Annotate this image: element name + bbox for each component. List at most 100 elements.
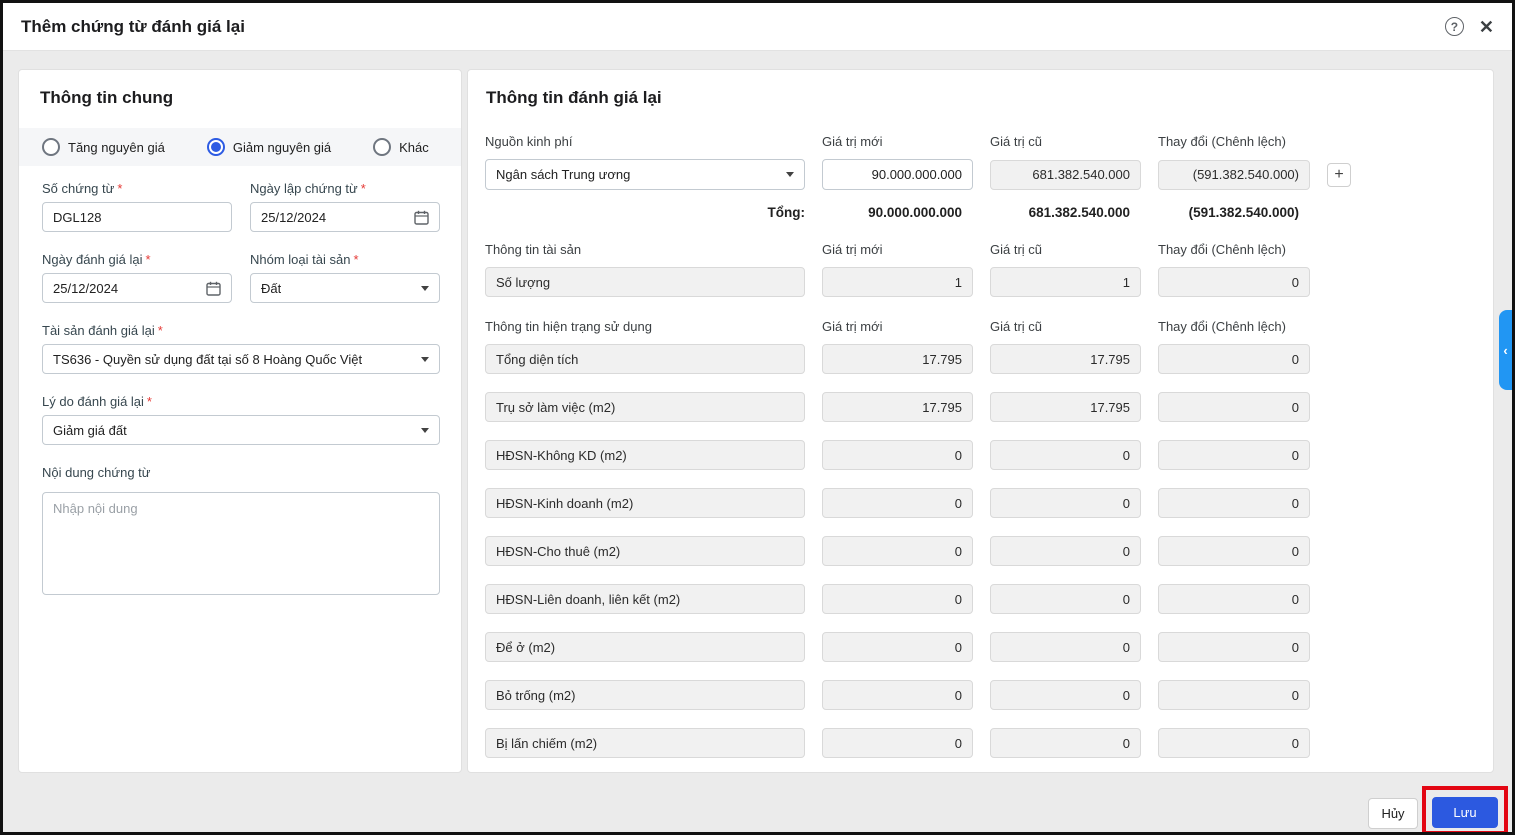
row-old-value: 0 xyxy=(990,728,1141,758)
row-old-value: 1 xyxy=(990,267,1141,297)
help-icon[interactable]: ? xyxy=(1444,17,1464,36)
general-info-title: Thông tin chung xyxy=(40,88,174,107)
row-new-value: 17.795 xyxy=(822,392,973,422)
table-row: Trụ sở làm việc (m2) 17.795 17.795 0 xyxy=(485,392,1476,422)
change-header: Thay đổi (Chênh lệch) xyxy=(1158,134,1286,149)
table-row: HĐSN-Cho thuê (m2) 0 0 0 xyxy=(485,536,1476,566)
asset-type-group-select[interactable]: Đất xyxy=(250,273,440,303)
funding-source-select[interactable]: Ngân sách Trung ương xyxy=(485,159,805,190)
selected-value: TS636 - Quyền sử dụng đất tại số 8 Hoàng… xyxy=(53,351,363,367)
cancel-button[interactable]: Hủy xyxy=(1368,798,1418,829)
revaluation-date-label: Ngày đánh giá lại * xyxy=(42,252,151,267)
row-old-value: 0 xyxy=(990,488,1141,518)
row-old-value: 0 xyxy=(990,632,1141,662)
total-label: Tổng: xyxy=(767,205,805,220)
collapse-panel-tab[interactable]: ‹ xyxy=(1499,310,1512,390)
selected-value: Giảm giá đất xyxy=(53,422,127,438)
funding-change-value: (591.382.540.000) xyxy=(1158,159,1310,190)
row-new-value: 0 xyxy=(822,584,973,614)
row-change-value: 0 xyxy=(1158,680,1310,710)
radio-giam-nguyen-gia[interactable]: Giảm nguyên giá xyxy=(206,138,332,156)
revaluation-reason-select[interactable]: Giảm giá đất xyxy=(42,415,440,445)
revaluation-reason-label: Lý do đánh giá lại * xyxy=(42,394,152,409)
change-header: Thay đổi (Chênh lệch) xyxy=(1158,319,1286,334)
row-change-value: 0 xyxy=(1158,584,1310,614)
add-funding-source-button[interactable]: + xyxy=(1327,162,1351,187)
row-new-value: 1 xyxy=(822,267,973,297)
radio-khac[interactable]: Khác xyxy=(373,138,429,156)
document-date-input[interactable] xyxy=(261,209,408,225)
add-revaluation-document-dialog: Thêm chứng từ đánh giá lại ? ✕ Thông tin… xyxy=(0,0,1515,835)
chevron-down-icon xyxy=(421,427,429,433)
save-button[interactable]: Lưu xyxy=(1432,797,1498,828)
radio-label: Giảm nguyên giá xyxy=(232,139,332,155)
radio-checked-icon xyxy=(206,138,225,156)
new-value-header: Giá trị mới xyxy=(822,242,883,257)
total-row: Tổng: 90.000.000.000 681.382.540.000 (59… xyxy=(485,205,1476,220)
radio-label: Tăng nguyên giá xyxy=(68,139,165,155)
revaluation-info-title: Thông tin đánh giá lại xyxy=(486,88,662,107)
row-change-value: 0 xyxy=(1158,728,1310,758)
document-date-field-wrap xyxy=(250,202,440,232)
new-value-header: Giá trị mới xyxy=(822,319,883,334)
radio-unchecked-icon xyxy=(373,138,392,156)
usage-info-section-title: Thông tin hiện trạng sử dụng xyxy=(485,319,652,334)
row-new-value: 0 xyxy=(822,680,973,710)
document-number-label: Số chứng từ * xyxy=(42,181,123,196)
revaluation-info-panel: Thông tin đánh giá lại Nguồn kinh phí Gi… xyxy=(467,69,1494,773)
general-info-panel: Thông tin chung Tăng nguyên giá Giảm ngu… xyxy=(18,69,462,773)
revaluation-date-input[interactable] xyxy=(53,280,200,296)
row-old-value: 17.795 xyxy=(990,392,1141,422)
close-icon[interactable]: ✕ xyxy=(1479,18,1494,36)
table-row: Số lượng 1 1 0 xyxy=(485,267,1476,297)
revalued-asset-label: Tài sản đánh giá lại * xyxy=(42,323,163,338)
row-old-value: 0 xyxy=(990,680,1141,710)
table-row: Tổng diện tích 17.795 17.795 0 xyxy=(485,344,1476,374)
row-label: Bị lấn chiếm (m2) xyxy=(485,728,805,758)
calendar-icon[interactable] xyxy=(414,210,429,225)
dialog-title: Thêm chứng từ đánh giá lại xyxy=(21,16,245,36)
document-date-label: Ngày lập chứng từ * xyxy=(250,181,366,196)
revalued-asset-select[interactable]: TS636 - Quyền sử dụng đất tại số 8 Hoàng… xyxy=(42,344,440,374)
table-row: Để ở (m2) 0 0 0 xyxy=(485,632,1476,662)
row-label: Bỏ trống (m2) xyxy=(485,680,805,710)
document-content-label: Nội dung chứng từ xyxy=(42,465,151,480)
row-change-value: 0 xyxy=(1158,536,1310,566)
calendar-icon[interactable] xyxy=(206,281,221,296)
row-change-value: 0 xyxy=(1158,632,1310,662)
row-old-value: 0 xyxy=(990,584,1141,614)
chevron-down-icon xyxy=(786,172,794,177)
change-header: Thay đổi (Chênh lệch) xyxy=(1158,242,1286,257)
old-value-header: Giá trị cũ xyxy=(990,134,1043,149)
selected-value: Ngân sách Trung ương xyxy=(496,167,631,182)
row-old-value: 0 xyxy=(990,536,1141,566)
chevron-left-icon: ‹ xyxy=(1503,342,1508,358)
revaluation-type-radios: Tăng nguyên giá Giảm nguyên giá Khác xyxy=(19,128,461,166)
row-change-value: 0 xyxy=(1158,440,1310,470)
radio-tang-nguyen-gia[interactable]: Tăng nguyên giá xyxy=(42,138,165,156)
table-row: HĐSN-Liên doanh, liên kết (m2) 0 0 0 xyxy=(485,584,1476,614)
funding-new-value-input[interactable] xyxy=(822,159,973,190)
document-number-input[interactable] xyxy=(53,209,221,225)
asset-type-group-label: Nhóm loại tài sản * xyxy=(250,252,359,267)
total-old-value: 681.382.540.000 xyxy=(1028,205,1130,220)
row-label: HĐSN-Không KD (m2) xyxy=(485,440,805,470)
row-new-value: 0 xyxy=(822,488,973,518)
row-label: HĐSN-Cho thuê (m2) xyxy=(485,536,805,566)
row-label: HĐSN-Kinh doanh (m2) xyxy=(485,488,805,518)
radio-unchecked-icon xyxy=(42,138,60,156)
row-label: HĐSN-Liên doanh, liên kết (m2) xyxy=(485,584,805,614)
table-row: Bị lấn chiếm (m2) 0 0 0 xyxy=(485,728,1476,758)
total-change-value: (591.382.540.000) xyxy=(1188,205,1299,220)
asset-info-section-title: Thông tin tài sản xyxy=(485,242,582,257)
new-value-header: Giá trị mới xyxy=(822,134,883,149)
table-row: HĐSN-Kinh doanh (m2) 0 0 0 xyxy=(485,488,1476,518)
old-value-header: Giá trị cũ xyxy=(990,319,1043,334)
dialog-header: Thêm chứng từ đánh giá lại ? ✕ xyxy=(3,3,1512,51)
row-old-value: 17.795 xyxy=(990,344,1141,374)
document-content-textarea[interactable] xyxy=(42,492,440,595)
row-new-value: 0 xyxy=(822,632,973,662)
radio-label: Khác xyxy=(399,139,429,155)
document-number-field-wrap xyxy=(42,202,232,232)
table-row: Bỏ trống (m2) 0 0 0 xyxy=(485,680,1476,710)
